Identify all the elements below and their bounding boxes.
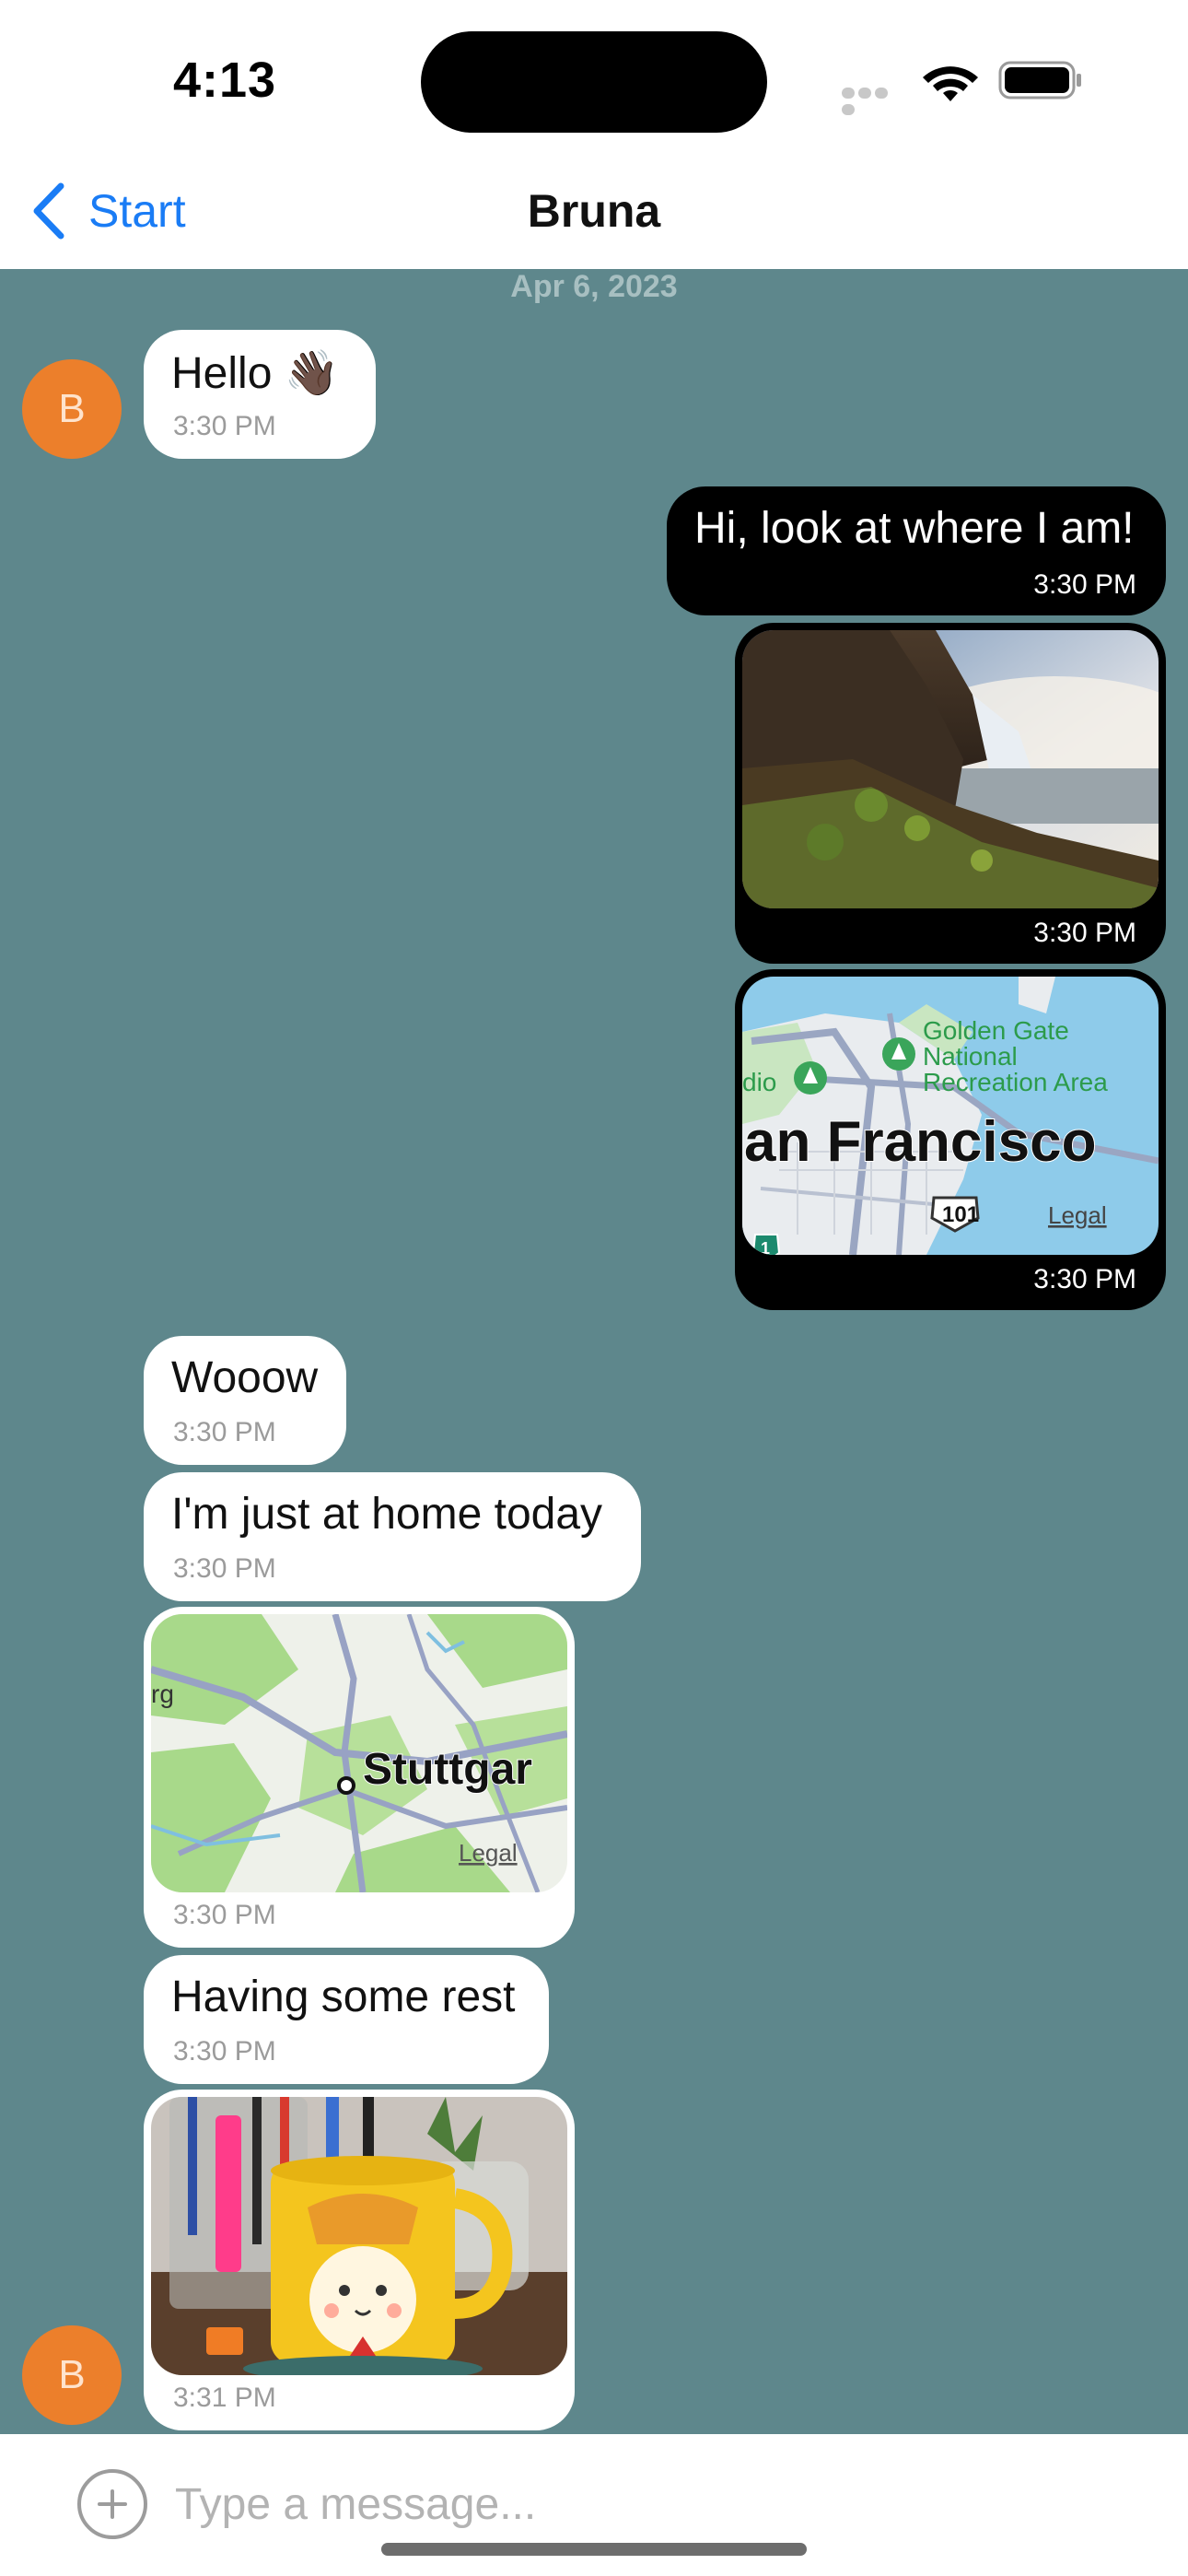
incoming-message[interactable]: Hello 👋🏿 3:30 PM	[144, 330, 376, 459]
message-text: Wooow	[171, 1353, 319, 1402]
incoming-message[interactable]: Having some rest 3:30 PM	[144, 1955, 549, 2084]
message-text: Hello 👋🏿	[171, 349, 340, 398]
map-label: dio	[742, 1068, 776, 1096]
map-legal-link: Legal	[1048, 1201, 1107, 1229]
battery-icon	[998, 61, 1081, 100]
message-input[interactable]	[175, 2469, 1133, 2539]
avatar[interactable]: B	[22, 359, 122, 459]
wifi-icon	[923, 66, 978, 101]
add-attachment-button[interactable]	[77, 2469, 147, 2539]
message-list[interactable]: Apr 6, 2023 B Hello 👋🏿 3:30 PM Hi, look …	[0, 269, 1188, 2434]
message-time: 3:30 PM	[173, 1417, 276, 1447]
map-label: Recreation Area	[923, 1068, 1108, 1096]
plus-icon	[98, 2489, 127, 2519]
highway-shield: 101	[942, 1202, 979, 1227]
incoming-message[interactable]: Wooow 3:30 PM	[144, 1336, 346, 1465]
dynamic-island	[421, 31, 767, 133]
message-time: 3:30 PM	[173, 411, 276, 441]
incoming-message[interactable]: I'm just at home today 3:30 PM	[144, 1472, 641, 1601]
avatar[interactable]: B	[22, 2325, 122, 2425]
map-preview[interactable]: Golden Gate National Recreation Area dio…	[742, 977, 1159, 1255]
map-legal-link: Legal	[459, 1839, 518, 1867]
incoming-location-message[interactable]: rg Stuttgar Legal 3:30 PM	[144, 1607, 575, 1948]
avatar-initial: B	[58, 2352, 86, 2397]
message-time: 3:30 PM	[1033, 1264, 1136, 1294]
incoming-image-message[interactable]: 3:31 PM	[144, 2090, 575, 2430]
conversation-title: Bruna	[527, 185, 661, 237]
map-label: rg	[151, 1680, 174, 1708]
outgoing-location-message[interactable]: Golden Gate National Recreation Area dio…	[735, 969, 1166, 1310]
status-time: 4:13	[173, 53, 277, 108]
map-preview[interactable]: rg Stuttgar Legal	[151, 1614, 567, 1892]
message-time: 3:31 PM	[173, 2383, 276, 2413]
status-bar: 4:13	[0, 0, 1188, 157]
outgoing-message[interactable]: Hi, look at where I am! 3:30 PM	[667, 486, 1166, 615]
message-time: 3:30 PM	[1033, 569, 1136, 600]
message-time: 3:30 PM	[173, 2036, 276, 2067]
navigation-bar: Start Bruna	[0, 157, 1188, 269]
date-separator: Apr 6, 2023	[510, 269, 678, 304]
message-text: Having some rest	[171, 1973, 516, 2021]
map-label: Golden Gate	[923, 1016, 1069, 1045]
message-text: I'm just at home today	[171, 1490, 603, 1539]
avatar-initial: B	[58, 386, 86, 431]
cellular-signal-icon	[842, 87, 906, 115]
message-time: 3:30 PM	[173, 1900, 276, 1930]
map-city-label: Stuttgar	[363, 1745, 532, 1794]
waterfall-photo[interactable]	[742, 630, 1159, 908]
route-shield: 1	[761, 1239, 770, 1255]
message-time: 3:30 PM	[173, 1553, 276, 1584]
map-city-label: an Francisco	[744, 1110, 1096, 1174]
home-indicator[interactable]	[381, 2543, 807, 2556]
map-label: National	[923, 1042, 1018, 1071]
message-time: 3:30 PM	[1033, 918, 1136, 948]
outgoing-image-message[interactable]: 3:30 PM	[735, 623, 1166, 964]
message-text: Hi, look at where I am!	[694, 504, 1135, 553]
mug-photo[interactable]	[151, 2097, 567, 2375]
